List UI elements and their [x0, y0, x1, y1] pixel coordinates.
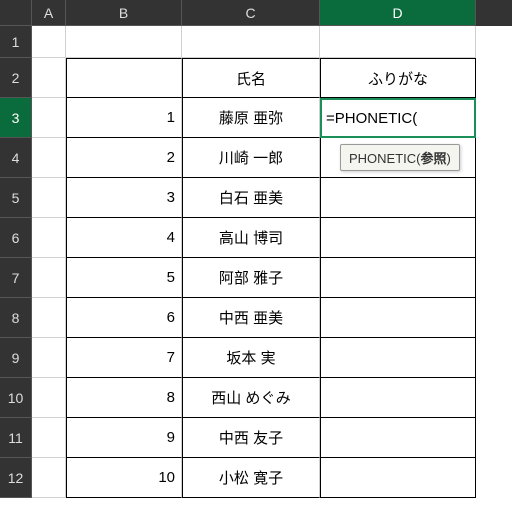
- row-header-8[interactable]: 8: [0, 298, 32, 338]
- cell-D2-furigana-header[interactable]: ふりがな: [320, 58, 476, 98]
- cell-B12[interactable]: 10: [66, 458, 182, 498]
- cell-C12[interactable]: 小松 寛子: [182, 458, 320, 498]
- row-1: 1: [0, 26, 512, 58]
- row-5: 5 3 白石 亜美: [0, 178, 512, 218]
- cell-C5[interactable]: 白石 亜美: [182, 178, 320, 218]
- row-header-12[interactable]: 12: [0, 458, 32, 498]
- cell-B9[interactable]: 7: [66, 338, 182, 378]
- cell-A10[interactable]: [32, 378, 66, 418]
- select-all-corner[interactable]: [0, 0, 32, 26]
- row-6: 6 4 高山 博司: [0, 218, 512, 258]
- row-header-5[interactable]: 5: [0, 178, 32, 218]
- col-header-D[interactable]: D: [320, 0, 476, 26]
- row-12: 12 10 小松 寛子: [0, 458, 512, 498]
- row-header-1[interactable]: 1: [0, 26, 32, 58]
- column-headers: A B C D: [0, 0, 512, 26]
- cell-A9[interactable]: [32, 338, 66, 378]
- cell-A2[interactable]: [32, 58, 66, 98]
- row-header-11[interactable]: 11: [0, 418, 32, 458]
- cell-C11[interactable]: 中西 友子: [182, 418, 320, 458]
- cell-A8[interactable]: [32, 298, 66, 338]
- cell-A5[interactable]: [32, 178, 66, 218]
- row-header-3[interactable]: 3: [0, 98, 32, 138]
- cell-C9[interactable]: 坂本 実: [182, 338, 320, 378]
- function-tooltip: PHONETIC(参照): [340, 144, 460, 171]
- cell-C2-name-header[interactable]: 氏名: [182, 58, 320, 98]
- row-header-6[interactable]: 6: [0, 218, 32, 258]
- cell-D3-editing[interactable]: =PHONETIC(: [320, 98, 476, 138]
- row-8: 8 6 中西 亜美: [0, 298, 512, 338]
- cell-D10[interactable]: [320, 378, 476, 418]
- cell-B3[interactable]: 1: [66, 98, 182, 138]
- row-header-9[interactable]: 9: [0, 338, 32, 378]
- cell-D1[interactable]: [320, 26, 476, 58]
- row-10: 10 8 西山 めぐみ: [0, 378, 512, 418]
- cell-B11[interactable]: 9: [66, 418, 182, 458]
- cell-B6[interactable]: 4: [66, 218, 182, 258]
- cell-A4[interactable]: [32, 138, 66, 178]
- col-header-A[interactable]: A: [32, 0, 66, 26]
- cell-B8[interactable]: 6: [66, 298, 182, 338]
- col-header-C[interactable]: C: [182, 0, 320, 26]
- cell-A11[interactable]: [32, 418, 66, 458]
- row-2: 2 氏名 ふりがな: [0, 58, 512, 98]
- cell-B1[interactable]: [66, 26, 182, 58]
- cell-D5[interactable]: [320, 178, 476, 218]
- col-header-B[interactable]: B: [66, 0, 182, 26]
- cell-D11[interactable]: [320, 418, 476, 458]
- row-header-4[interactable]: 4: [0, 138, 32, 178]
- cell-B4[interactable]: 2: [66, 138, 182, 178]
- tooltip-func: PHONETIC: [349, 151, 416, 166]
- cell-C10[interactable]: 西山 めぐみ: [182, 378, 320, 418]
- cell-C1[interactable]: [182, 26, 320, 58]
- row-11: 11 9 中西 友子: [0, 418, 512, 458]
- tooltip-arg: 参照: [421, 151, 447, 166]
- cell-D12[interactable]: [320, 458, 476, 498]
- cell-C3[interactable]: 藤原 亜弥: [182, 98, 320, 138]
- cell-A7[interactable]: [32, 258, 66, 298]
- row-header-7[interactable]: 7: [0, 258, 32, 298]
- grid-rows: 1 2 氏名 ふりがな 3 1 藤原 亜弥 =PHONETIC( 4 2 川崎 …: [0, 26, 512, 498]
- cell-A12[interactable]: [32, 458, 66, 498]
- row-header-10[interactable]: 10: [0, 378, 32, 418]
- cell-B5[interactable]: 3: [66, 178, 182, 218]
- cell-C8[interactable]: 中西 亜美: [182, 298, 320, 338]
- cell-D9[interactable]: [320, 338, 476, 378]
- cell-B10[interactable]: 8: [66, 378, 182, 418]
- cell-A6[interactable]: [32, 218, 66, 258]
- spreadsheet: A B C D 1 2 氏名 ふりがな 3 1 藤原 亜弥 =PHONETIC(: [0, 0, 512, 498]
- cell-D7[interactable]: [320, 258, 476, 298]
- row-3: 3 1 藤原 亜弥 =PHONETIC(: [0, 98, 512, 138]
- cell-D8[interactable]: [320, 298, 476, 338]
- cell-A1[interactable]: [32, 26, 66, 58]
- row-header-2[interactable]: 2: [0, 58, 32, 98]
- cell-A3[interactable]: [32, 98, 66, 138]
- cell-B7[interactable]: 5: [66, 258, 182, 298]
- cell-C7[interactable]: 阿部 雅子: [182, 258, 320, 298]
- row-7: 7 5 阿部 雅子: [0, 258, 512, 298]
- cell-B2[interactable]: [66, 58, 182, 98]
- cell-D6[interactable]: [320, 218, 476, 258]
- cell-C4[interactable]: 川崎 一郎: [182, 138, 320, 178]
- cell-C6[interactable]: 高山 博司: [182, 218, 320, 258]
- row-9: 9 7 坂本 実: [0, 338, 512, 378]
